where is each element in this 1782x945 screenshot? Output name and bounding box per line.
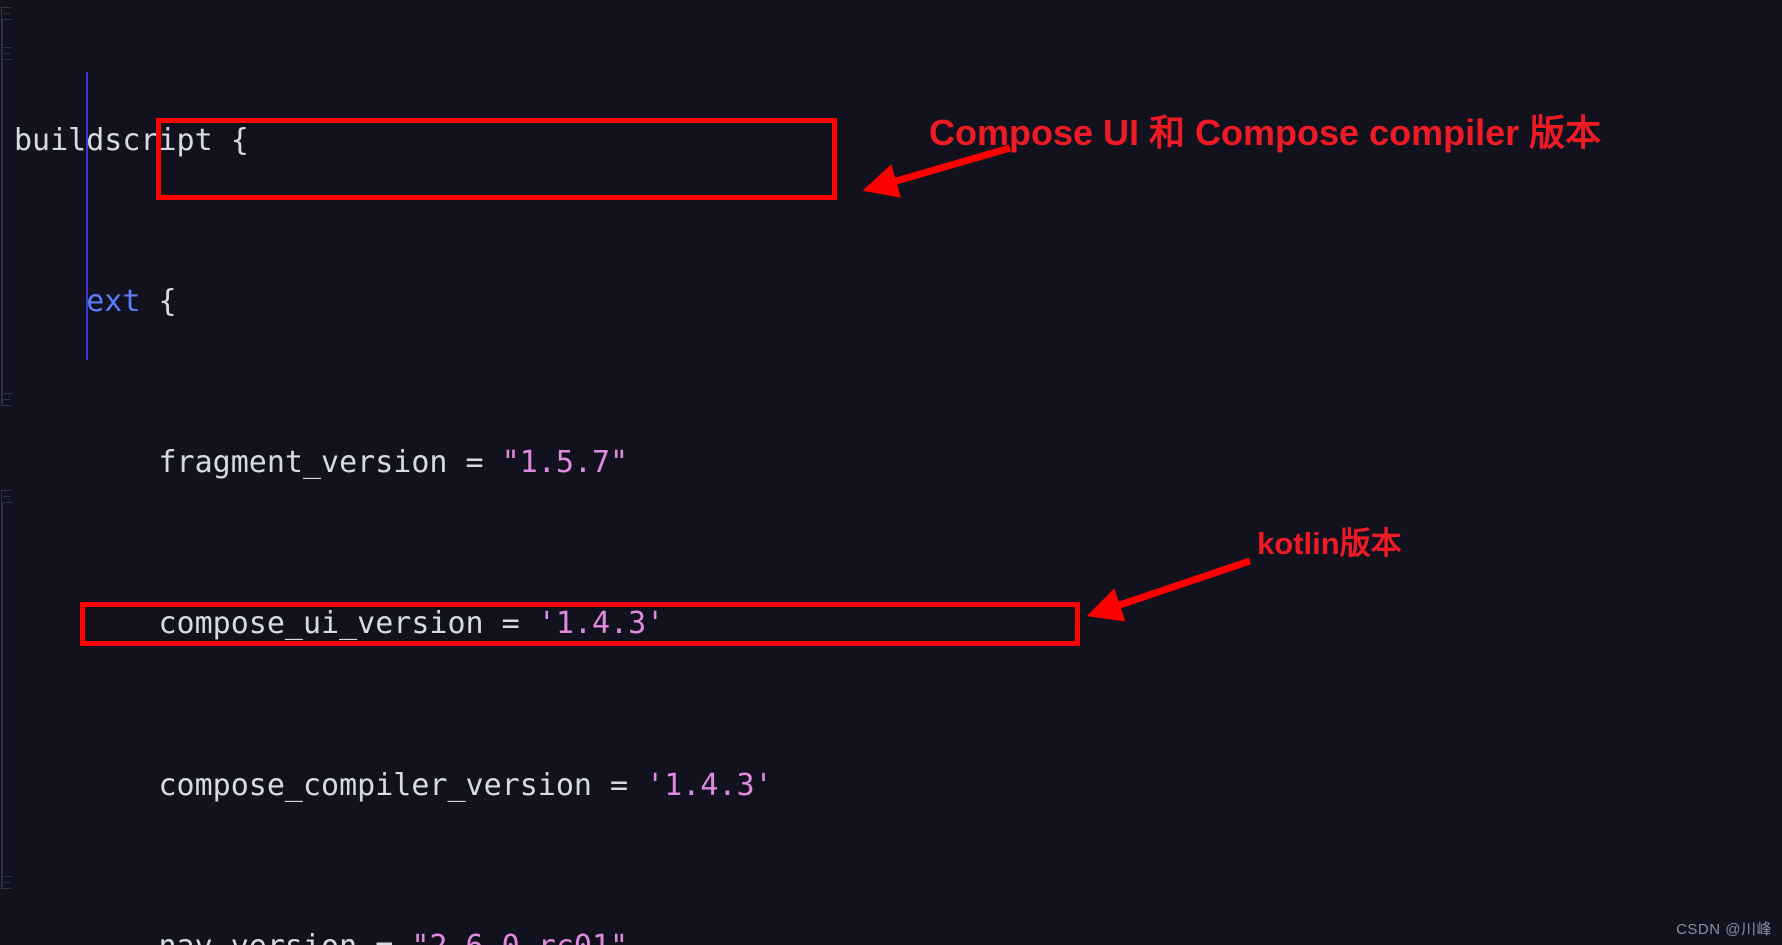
code-line-compose-ui-version: compose_ui_version = '1.4.3' (14, 604, 1477, 644)
token-equals: = (501, 606, 520, 642)
token-equals: = (375, 929, 393, 945)
fold-line-ext (1, 60, 3, 360)
token-value-compose-ui-version: '1.4.3' (537, 606, 665, 642)
fold-marker-buildscript[interactable] (1, 7, 12, 20)
token-buildscript: buildscript (14, 122, 213, 158)
token-brace-open: { (158, 284, 177, 320)
fold-line-plugins (1, 503, 3, 889)
fold-marker-buildscript-end[interactable] (1, 393, 12, 406)
code-line-ext: ext { (14, 282, 1477, 322)
token-key-compose-ui-version: compose_ui_version (158, 606, 484, 642)
token-brace-open: { (230, 122, 249, 158)
fold-marker-plugins[interactable] (1, 490, 12, 503)
token-key-nav-version: nav_version (159, 929, 358, 945)
code-editor[interactable]: buildscript { ext { fragment_version = "… (0, 0, 1782, 945)
token-equals: = (465, 445, 484, 481)
watermark: CSDN @川峰 (1676, 921, 1772, 938)
code-line-fragment-version: fragment_version = "1.5.7" (14, 443, 1477, 483)
code-line-compose-compiler-version: compose_compiler_version = '1.4.3' (14, 766, 1477, 806)
token-value-nav-version: "2.6.0-rc01" (411, 929, 628, 945)
token-key-compose-compiler-version: compose_compiler_version (158, 767, 592, 803)
fold-marker-plugins-end[interactable] (1, 876, 12, 889)
token-value-compose-compiler-version: '1.4.3' (646, 767, 773, 803)
token-ext: ext (86, 284, 141, 320)
code-line-nav-version: nav_version = "2.6.0-rc01" (14, 927, 1477, 945)
fold-marker-ext[interactable] (1, 47, 12, 60)
token-key-fragment-version: fragment_version (158, 445, 448, 481)
token-value-fragment-version: "1.5.7" (501, 445, 629, 481)
annotation-kotlin-version: kotlin版本 (1257, 526, 1402, 561)
token-equals: = (610, 767, 629, 803)
annotation-compose-version: Compose UI 和 Compose compiler 版本 (929, 112, 1602, 153)
editor-gutter[interactable] (0, 0, 14, 945)
